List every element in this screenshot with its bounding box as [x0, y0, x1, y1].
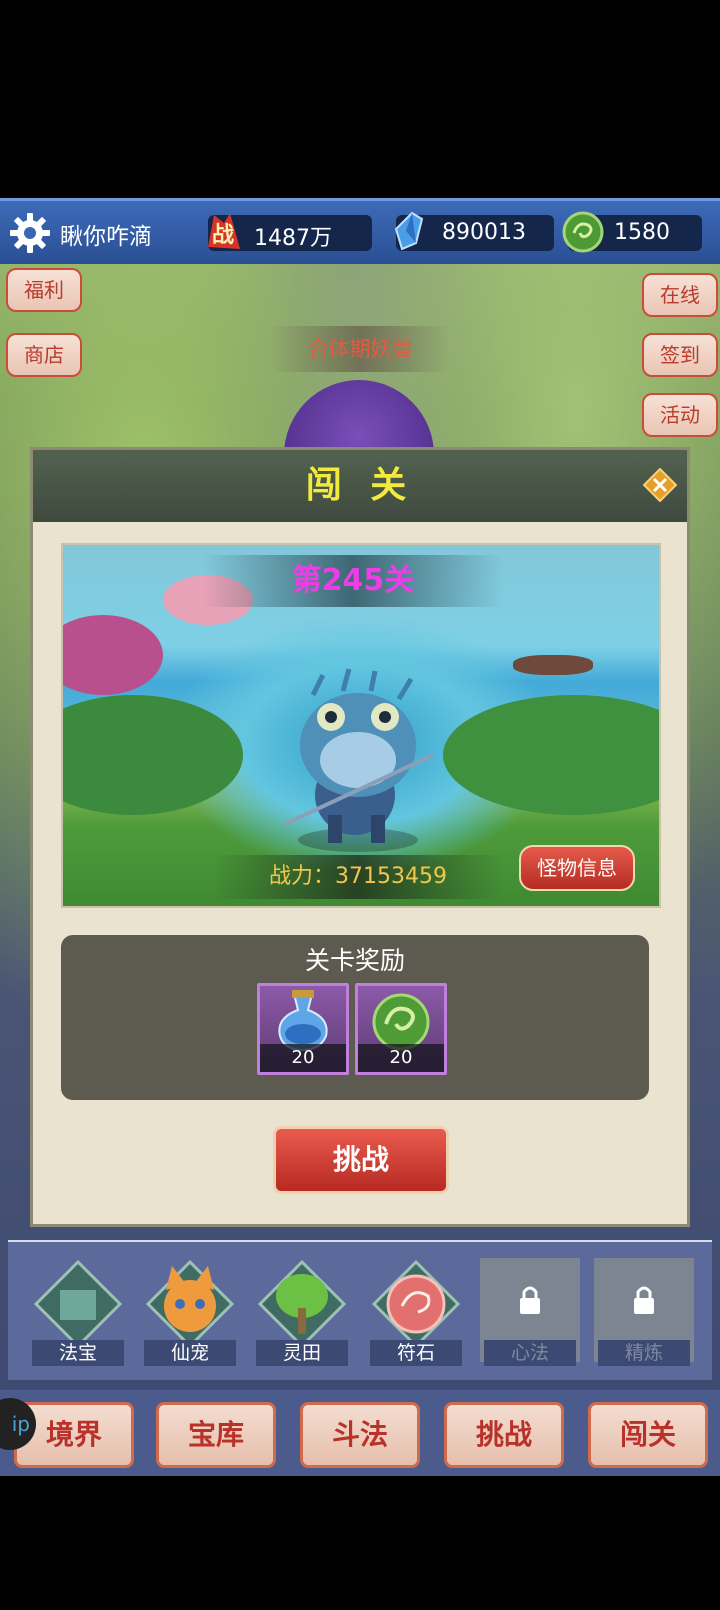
- lock-icon: [520, 1286, 540, 1314]
- boat: [513, 655, 593, 675]
- dialog-title: 闯 关: [305, 465, 415, 506]
- monster-info-button[interactable]: 怪物信息: [519, 845, 635, 891]
- bottom-nav: 境界 宝库 斗法 挑战 闯关: [0, 1390, 720, 1476]
- battle-power-value: 1487万: [254, 226, 332, 251]
- function-treasure[interactable]: 法宝: [26, 1258, 130, 1368]
- challenge-dialog: 闯 关 第245关 战力：37153459 怪物信息 关卡奖励 20 20 挑战: [30, 447, 690, 1227]
- blue-crystal-icon: [394, 211, 424, 251]
- nav-challenge[interactable]: 挑战: [444, 1402, 564, 1468]
- function-label: 符石: [370, 1340, 462, 1366]
- crystal-value: 890013: [442, 220, 526, 245]
- jade-counter: 1580: [562, 211, 702, 253]
- jade-coin-icon: [562, 211, 604, 253]
- function-label: 精炼: [598, 1340, 690, 1366]
- green-jade-icon: [372, 993, 430, 1051]
- function-label: 仙宠: [144, 1340, 236, 1366]
- signin-button[interactable]: 签到: [642, 333, 718, 377]
- blossom-tree: [63, 615, 163, 695]
- battle-power-icon: 战: [208, 213, 240, 249]
- battle-power-counter: 战 1487万: [208, 213, 372, 251]
- stage-number: 第245关: [203, 555, 503, 607]
- function-refine-locked[interactable]: 精炼: [592, 1258, 696, 1368]
- function-strip: 法宝 仙宠 灵田 符石 心法 精炼: [8, 1240, 712, 1380]
- welfare-button[interactable]: 福利: [6, 268, 82, 312]
- challenge-button[interactable]: 挑战: [273, 1126, 449, 1194]
- nav-stage[interactable]: 闯关: [588, 1402, 708, 1468]
- online-button[interactable]: 在线: [642, 273, 718, 317]
- function-label: 心法: [484, 1340, 576, 1366]
- nav-duel[interactable]: 斗法: [300, 1402, 420, 1468]
- svg-text:战: 战: [212, 223, 234, 248]
- close-icon[interactable]: [643, 468, 677, 502]
- settings-gear-icon[interactable]: [8, 211, 52, 255]
- fox-pet-icon: [146, 1260, 234, 1348]
- scenery-hill: [63, 695, 243, 815]
- scenery-hill: [443, 695, 659, 815]
- function-field[interactable]: 灵田: [250, 1258, 354, 1368]
- shop-button[interactable]: 商店: [6, 333, 82, 377]
- enemy-power: 战力：37153459: [213, 855, 503, 899]
- frog-monster: [283, 668, 433, 852]
- function-pet[interactable]: 仙宠: [138, 1258, 242, 1368]
- treasure-icon: [34, 1260, 122, 1348]
- dialog-header: 闯 关: [33, 450, 687, 522]
- blue-potion-icon: [278, 990, 328, 1052]
- rune-stone-icon: [372, 1260, 460, 1348]
- nav-treasury[interactable]: 宝库: [156, 1402, 276, 1468]
- crystal-counter: 890013: [394, 211, 554, 251]
- activity-button[interactable]: 活动: [642, 393, 718, 437]
- reward-item-potion[interactable]: 20: [257, 983, 349, 1075]
- boss-stage-label: 合体期妖兽: [270, 326, 450, 372]
- player-name: 瞅你咋滴: [60, 224, 152, 250]
- function-mind-locked[interactable]: 心法: [478, 1258, 582, 1368]
- top-status-bar: 瞅你咋滴 战 1487万 890013 1580: [0, 198, 720, 264]
- function-rune[interactable]: 符石: [364, 1258, 468, 1368]
- function-label: 灵田: [256, 1340, 348, 1366]
- herb-field-icon: [258, 1260, 346, 1348]
- lock-icon: [634, 1286, 654, 1314]
- reward-quantity: 20: [389, 1047, 413, 1068]
- reward-item-jade[interactable]: 20: [355, 983, 447, 1075]
- reward-quantity: 20: [291, 1047, 315, 1068]
- function-label: 法宝: [32, 1340, 124, 1366]
- reward-title: 关卡奖励: [304, 946, 405, 975]
- jade-value: 1580: [614, 220, 670, 245]
- reward-panel: 关卡奖励 20 20: [61, 935, 649, 1100]
- stage-preview: 第245关 战力：37153459 怪物信息: [61, 543, 661, 908]
